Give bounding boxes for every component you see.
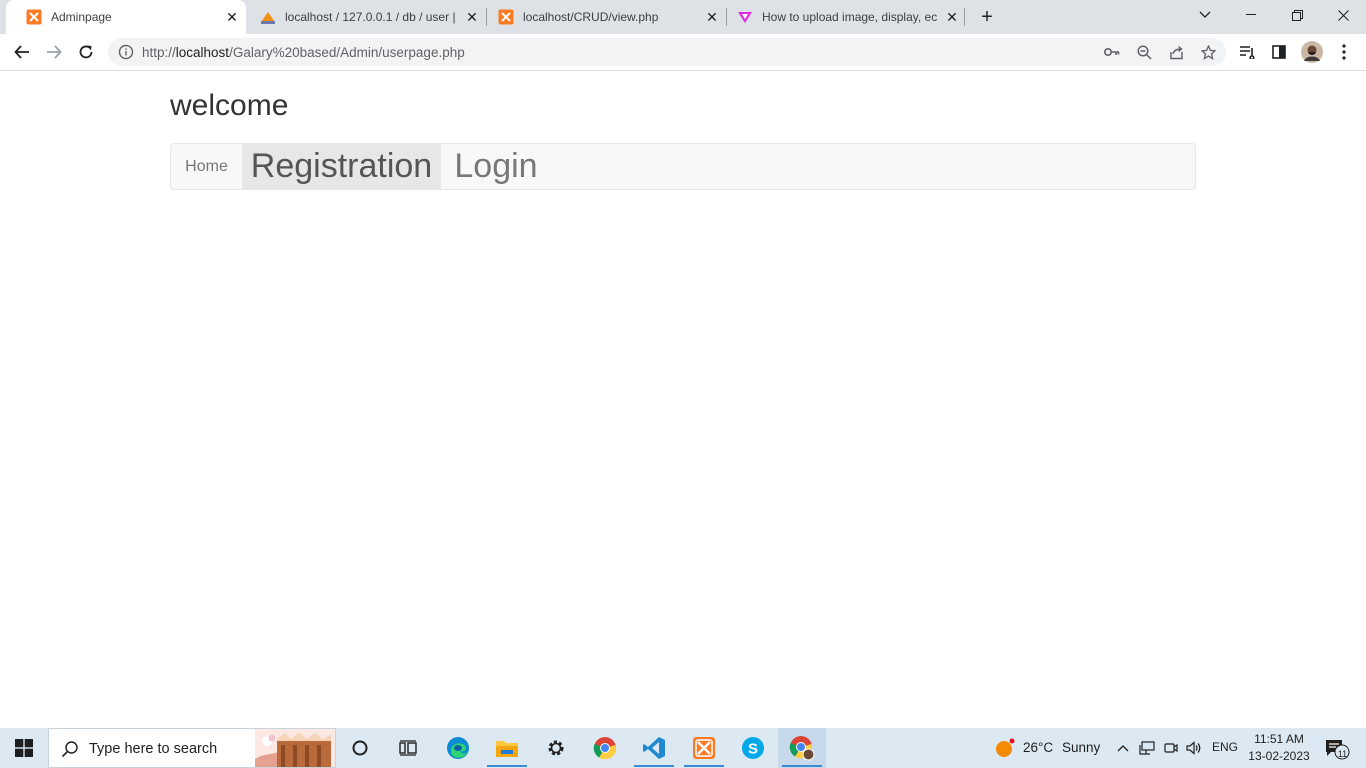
close-icon[interactable]: ✕	[702, 7, 722, 27]
clock-date: 13-02-2023	[1248, 749, 1310, 763]
minimize-button[interactable]	[1228, 0, 1274, 30]
search-highlight-illustration	[255, 729, 335, 767]
vscode-icon[interactable]	[630, 728, 678, 768]
edge-browser-icon[interactable]	[434, 728, 482, 768]
url-scheme: http://	[142, 45, 176, 60]
back-button[interactable]	[8, 38, 36, 66]
meet-now-icon[interactable]	[1163, 740, 1179, 756]
browser-toolbar: http://localhost/Galary%20based/Admin/us…	[0, 34, 1366, 71]
windows-logo-icon	[15, 739, 33, 757]
search-icon	[61, 740, 79, 763]
xampp-control-icon[interactable]	[680, 728, 728, 768]
address-bar[interactable]: http://localhost/Galary%20based/Admin/us…	[108, 38, 1226, 66]
tab-divider	[964, 8, 965, 26]
network-icon[interactable]	[1139, 740, 1155, 756]
system-clock[interactable]: 11:51 AM 13-02-2023	[1240, 731, 1318, 765]
windows-taskbar: Type here to search S 26°C Sunny ENG 11:…	[0, 728, 1366, 768]
clock-time: 11:51 AM	[1254, 732, 1304, 746]
tab-title: localhost/CRUD/view.php	[523, 10, 659, 24]
notification-count-badge: 11	[1337, 749, 1348, 759]
volume-icon[interactable]	[1186, 740, 1202, 756]
menu-icon[interactable]	[1330, 38, 1358, 66]
chevron-up-icon[interactable]	[1115, 740, 1131, 756]
file-explorer-icon[interactable]	[483, 728, 531, 768]
weather-temperature[interactable]: 26°C	[1023, 740, 1053, 755]
task-view-icon[interactable]	[384, 728, 432, 768]
tab-title: How to upload image, display, ec	[762, 10, 938, 24]
close-icon[interactable]: ✕	[462, 7, 482, 27]
profile-avatar[interactable]	[1298, 38, 1326, 66]
weather-condition[interactable]: Sunny	[1062, 740, 1100, 755]
close-window-button[interactable]	[1320, 0, 1366, 30]
tab-crud-view[interactable]: localhost/CRUD/view.php ✕	[486, 0, 726, 34]
chrome-icon[interactable]	[581, 728, 629, 768]
tab-search-button[interactable]	[1182, 0, 1228, 30]
tab-title: Adminpage	[51, 10, 112, 24]
chrome-active-window-icon[interactable]	[778, 728, 826, 768]
taskbar-search-box[interactable]: Type here to search	[48, 728, 336, 768]
reload-button[interactable]	[72, 38, 100, 66]
url-path: /Galary%20based/Admin/userpage.php	[229, 45, 465, 60]
settings-gear-icon[interactable]	[532, 728, 580, 768]
info-icon[interactable]	[118, 44, 134, 60]
tab-upload-tutorial[interactable]: How to upload image, display, ec ✕	[726, 0, 966, 34]
media-control-icon[interactable]	[1233, 38, 1261, 66]
key-icon[interactable]	[1104, 44, 1120, 60]
url-host: localhost	[175, 45, 230, 60]
close-icon[interactable]: ✕	[942, 7, 962, 27]
xampp-icon	[498, 9, 514, 25]
browser-tab-strip: Adminpage ✕ localhost / 127.0.0.1 / db /…	[0, 0, 1366, 34]
cortana-icon[interactable]	[336, 728, 384, 768]
restore-button[interactable]	[1274, 0, 1320, 30]
tab-adminpage[interactable]: Adminpage ✕	[6, 0, 246, 34]
search-placeholder: Type here to search	[89, 741, 218, 757]
nav-link-home[interactable]: Home	[171, 144, 242, 189]
close-icon[interactable]: ✕	[222, 7, 242, 27]
start-button[interactable]	[0, 728, 48, 768]
zoom-out-icon[interactable]	[1136, 44, 1152, 60]
url-text[interactable]: http://localhost/Galary%20based/Admin/us…	[142, 45, 465, 60]
nav-link-login[interactable]: Login	[441, 144, 551, 189]
forward-button[interactable]	[40, 38, 68, 66]
page-title: welcome	[170, 89, 289, 122]
phpmyadmin-icon	[260, 9, 276, 25]
skype-icon[interactable]: S	[729, 728, 777, 768]
nav-link-registration[interactable]: Registration	[242, 144, 441, 189]
video-site-icon	[737, 9, 753, 25]
weather-sun-icon[interactable]	[995, 738, 1015, 758]
new-tab-button[interactable]: +	[975, 5, 999, 29]
bookmark-star-icon[interactable]	[1200, 44, 1216, 60]
side-panel-icon[interactable]	[1265, 38, 1293, 66]
nav-bar: Home Registration Login	[170, 143, 1196, 190]
share-icon[interactable]	[1168, 44, 1184, 60]
tab-phpmyadmin[interactable]: localhost / 127.0.0.1 / db / user | ✕	[246, 0, 486, 34]
svg-text:S: S	[748, 741, 758, 758]
xampp-icon	[26, 9, 42, 25]
input-language[interactable]: ENG	[1212, 740, 1238, 754]
tab-title: localhost / 127.0.0.1 / db / user |	[285, 10, 456, 24]
